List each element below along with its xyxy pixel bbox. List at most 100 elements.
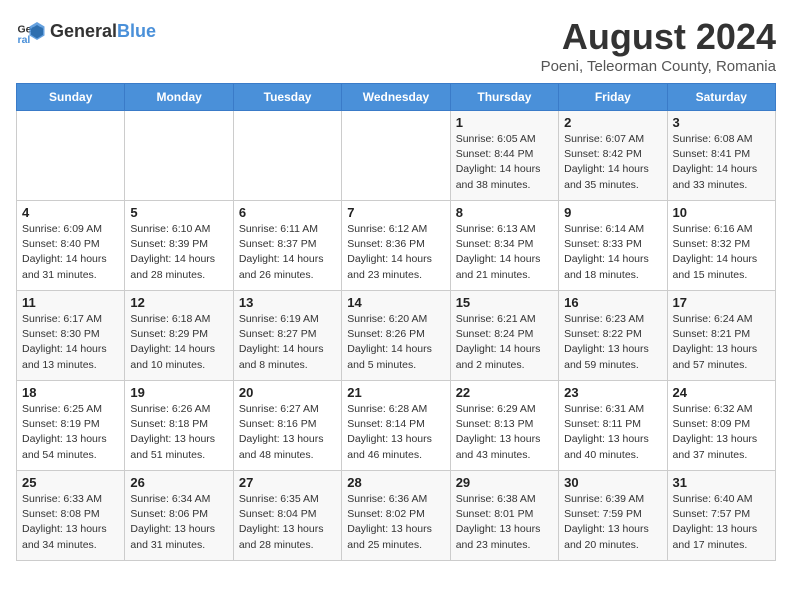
calendar-cell: 29 Sunrise: 6:38 AM Sunset: 8:01 PM Dayli…	[450, 471, 558, 561]
day-info: Sunrise: 6:24 AM Sunset: 8:21 PM Dayligh…	[673, 312, 770, 373]
weekday-row: SundayMondayTuesdayWednesdayThursdayFrid…	[17, 84, 776, 111]
calendar-cell: 18 Sunrise: 6:25 AM Sunset: 8:19 PM Dayli…	[17, 381, 125, 471]
calendar-cell: 24 Sunrise: 6:32 AM Sunset: 8:09 PM Dayli…	[667, 381, 775, 471]
calendar-cell: 10 Sunrise: 6:16 AM Sunset: 8:32 PM Dayli…	[667, 201, 775, 291]
calendar-cell: 3Sunrise: 6:08 AM Sunset: 8:41 PM Daylig…	[667, 111, 775, 201]
weekday-header-thursday: Thursday	[450, 84, 558, 111]
weekday-header-saturday: Saturday	[667, 84, 775, 111]
day-info: Sunrise: 6:10 AM Sunset: 8:39 PM Dayligh…	[130, 222, 227, 283]
day-number: 26	[130, 475, 227, 490]
calendar-cell: 1Sunrise: 6:05 AM Sunset: 8:44 PM Daylig…	[450, 111, 558, 201]
day-number: 9	[564, 205, 661, 220]
weekday-header-sunday: Sunday	[17, 84, 125, 111]
day-number: 2	[564, 115, 661, 130]
logo-icon: Gene ral	[16, 16, 46, 46]
calendar-cell: 11 Sunrise: 6:17 AM Sunset: 8:30 PM Dayli…	[17, 291, 125, 381]
calendar-cell: 15Sunrise: 6:21 AM Sunset: 8:24 PM Dayli…	[450, 291, 558, 381]
day-info: Sunrise: 6:17 AM Sunset: 8:30 PM Dayligh…	[22, 312, 119, 373]
calendar-cell: 25 Sunrise: 6:33 AM Sunset: 8:08 PM Dayli…	[17, 471, 125, 561]
day-info: Sunrise: 6:33 AM Sunset: 8:08 PM Dayligh…	[22, 492, 119, 553]
day-number: 28	[347, 475, 444, 490]
day-info: Sunrise: 6:34 AM Sunset: 8:06 PM Dayligh…	[130, 492, 227, 553]
day-number: 10	[673, 205, 770, 220]
day-number: 16	[564, 295, 661, 310]
day-number: 18	[22, 385, 119, 400]
day-number: 23	[564, 385, 661, 400]
calendar-cell: 14Sunrise: 6:20 AM Sunset: 8:26 PM Dayli…	[342, 291, 450, 381]
day-info: Sunrise: 6:14 AM Sunset: 8:33 PM Dayligh…	[564, 222, 661, 283]
day-info: Sunrise: 6:29 AM Sunset: 8:13 PM Dayligh…	[456, 402, 553, 463]
day-number: 22	[456, 385, 553, 400]
day-info: Sunrise: 6:23 AM Sunset: 8:22 PM Dayligh…	[564, 312, 661, 373]
day-info: Sunrise: 6:40 AM Sunset: 7:57 PM Dayligh…	[673, 492, 770, 553]
day-number: 30	[564, 475, 661, 490]
day-number: 25	[22, 475, 119, 490]
calendar-cell: 8Sunrise: 6:13 AM Sunset: 8:34 PM Daylig…	[450, 201, 558, 291]
day-info: Sunrise: 6:36 AM Sunset: 8:02 PM Dayligh…	[347, 492, 444, 553]
svg-text:ral: ral	[18, 34, 31, 46]
day-info: Sunrise: 6:31 AM Sunset: 8:11 PM Dayligh…	[564, 402, 661, 463]
day-number: 24	[673, 385, 770, 400]
day-number: 29	[456, 475, 553, 490]
calendar-week-0: 1Sunrise: 6:05 AM Sunset: 8:44 PM Daylig…	[17, 111, 776, 201]
day-info: Sunrise: 6:12 AM Sunset: 8:36 PM Dayligh…	[347, 222, 444, 283]
calendar-cell: 7Sunrise: 6:12 AM Sunset: 8:36 PM Daylig…	[342, 201, 450, 291]
day-number: 14	[347, 295, 444, 310]
calendar-body: 1Sunrise: 6:05 AM Sunset: 8:44 PM Daylig…	[17, 111, 776, 561]
calendar-cell: 28 Sunrise: 6:36 AM Sunset: 8:02 PM Dayli…	[342, 471, 450, 561]
calendar-cell: 12 Sunrise: 6:18 AM Sunset: 8:29 PM Dayli…	[125, 291, 233, 381]
logo-blue-text: Blue	[117, 21, 156, 41]
day-number: 12	[130, 295, 227, 310]
day-info: Sunrise: 6:28 AM Sunset: 8:14 PM Dayligh…	[347, 402, 444, 463]
calendar-cell: 17 Sunrise: 6:24 AM Sunset: 8:21 PM Dayli…	[667, 291, 775, 381]
calendar-cell: 9 Sunrise: 6:14 AM Sunset: 8:33 PM Daylig…	[559, 201, 667, 291]
day-number: 20	[239, 385, 336, 400]
day-number: 17	[673, 295, 770, 310]
logo-general-text: General	[50, 21, 117, 41]
day-info: Sunrise: 6:18 AM Sunset: 8:29 PM Dayligh…	[130, 312, 227, 373]
calendar-cell: 4 Sunrise: 6:09 AM Sunset: 8:40 PM Daylig…	[17, 201, 125, 291]
day-number: 5	[130, 205, 227, 220]
calendar-cell: 5 Sunrise: 6:10 AM Sunset: 8:39 PM Daylig…	[125, 201, 233, 291]
calendar-cell	[233, 111, 341, 201]
day-number: 11	[22, 295, 119, 310]
calendar-cell: 20 Sunrise: 6:27 AM Sunset: 8:16 PM Dayli…	[233, 381, 341, 471]
day-info: Sunrise: 6:38 AM Sunset: 8:01 PM Dayligh…	[456, 492, 553, 553]
calendar-week-2: 11 Sunrise: 6:17 AM Sunset: 8:30 PM Dayli…	[17, 291, 776, 381]
weekday-header-monday: Monday	[125, 84, 233, 111]
day-info: Sunrise: 6:35 AM Sunset: 8:04 PM Dayligh…	[239, 492, 336, 553]
calendar-cell: 26 Sunrise: 6:34 AM Sunset: 8:06 PM Dayli…	[125, 471, 233, 561]
day-info: Sunrise: 6:08 AM Sunset: 8:41 PM Dayligh…	[673, 132, 770, 193]
calendar-cell: 21Sunrise: 6:28 AM Sunset: 8:14 PM Dayli…	[342, 381, 450, 471]
calendar-cell: 16 Sunrise: 6:23 AM Sunset: 8:22 PM Dayli…	[559, 291, 667, 381]
day-number: 31	[673, 475, 770, 490]
weekday-header-friday: Friday	[559, 84, 667, 111]
day-info: Sunrise: 6:27 AM Sunset: 8:16 PM Dayligh…	[239, 402, 336, 463]
day-number: 19	[130, 385, 227, 400]
calendar-cell	[342, 111, 450, 201]
calendar-cell: 23 Sunrise: 6:31 AM Sunset: 8:11 PM Dayli…	[559, 381, 667, 471]
calendar-week-3: 18 Sunrise: 6:25 AM Sunset: 8:19 PM Dayli…	[17, 381, 776, 471]
calendar-week-1: 4 Sunrise: 6:09 AM Sunset: 8:40 PM Daylig…	[17, 201, 776, 291]
day-number: 27	[239, 475, 336, 490]
day-number: 6	[239, 205, 336, 220]
day-info: Sunrise: 6:16 AM Sunset: 8:32 PM Dayligh…	[673, 222, 770, 283]
calendar-cell: 22 Sunrise: 6:29 AM Sunset: 8:13 PM Dayli…	[450, 381, 558, 471]
calendar-cell: 30Sunrise: 6:39 AM Sunset: 7:59 PM Dayli…	[559, 471, 667, 561]
day-info: Sunrise: 6:25 AM Sunset: 8:19 PM Dayligh…	[22, 402, 119, 463]
calendar-table: SundayMondayTuesdayWednesdayThursdayFrid…	[16, 83, 776, 561]
calendar-cell: 19Sunrise: 6:26 AM Sunset: 8:18 PM Dayli…	[125, 381, 233, 471]
calendar-cell: 6Sunrise: 6:11 AM Sunset: 8:37 PM Daylig…	[233, 201, 341, 291]
day-info: Sunrise: 6:05 AM Sunset: 8:44 PM Dayligh…	[456, 132, 553, 193]
header: Gene ral GeneralBlue August 2024 Poeni, …	[16, 16, 776, 75]
page-title: August 2024	[541, 16, 776, 58]
day-info: Sunrise: 6:07 AM Sunset: 8:42 PM Dayligh…	[564, 132, 661, 193]
day-number: 4	[22, 205, 119, 220]
day-info: Sunrise: 6:21 AM Sunset: 8:24 PM Dayligh…	[456, 312, 553, 373]
calendar-cell: 13Sunrise: 6:19 AM Sunset: 8:27 PM Dayli…	[233, 291, 341, 381]
day-info: Sunrise: 6:32 AM Sunset: 8:09 PM Dayligh…	[673, 402, 770, 463]
calendar-cell	[125, 111, 233, 201]
weekday-header-tuesday: Tuesday	[233, 84, 341, 111]
day-info: Sunrise: 6:09 AM Sunset: 8:40 PM Dayligh…	[22, 222, 119, 283]
day-info: Sunrise: 6:19 AM Sunset: 8:27 PM Dayligh…	[239, 312, 336, 373]
